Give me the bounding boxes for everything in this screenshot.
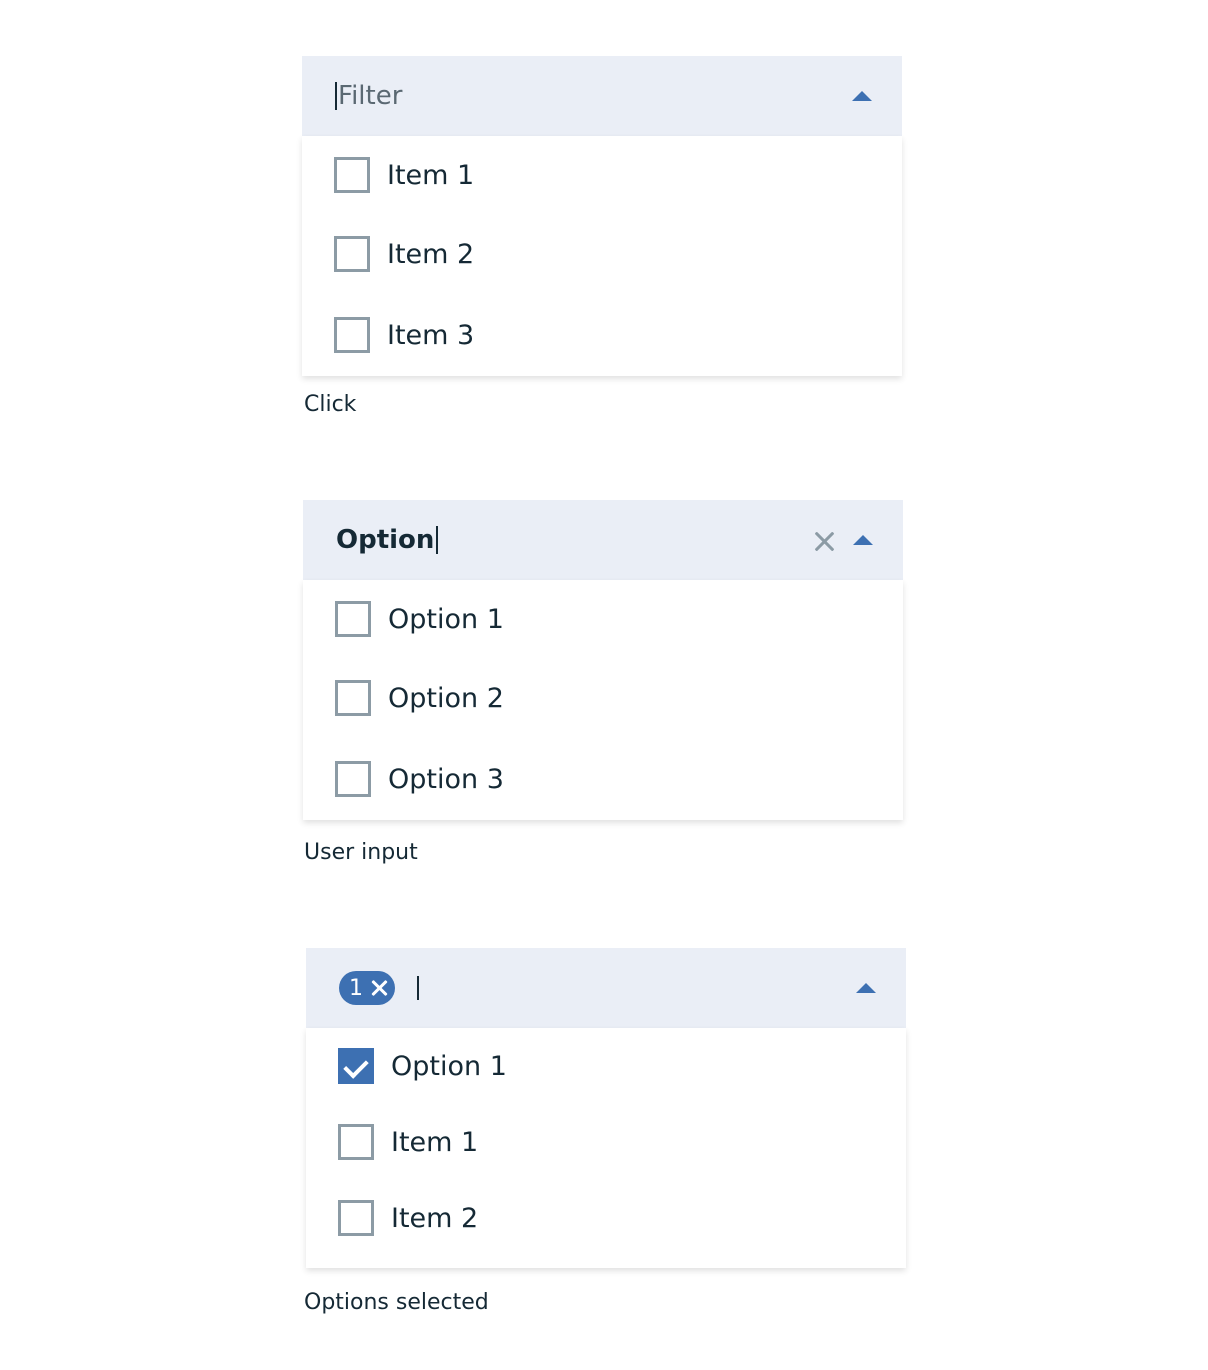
item-label: Item 1 — [387, 159, 475, 191]
checkbox-checked[interactable] — [338, 1048, 374, 1084]
list-item[interactable]: Option 3 — [335, 761, 504, 797]
example-caption: Click — [304, 392, 357, 417]
item-label: Option 1 — [391, 1050, 507, 1082]
item-label: Option 1 — [388, 603, 504, 635]
list-item[interactable]: Option 1 — [335, 601, 504, 637]
checkbox[interactable] — [335, 601, 371, 637]
filter-input-value: Option — [336, 525, 435, 555]
filter-input-field[interactable]: 1 — [306, 948, 906, 1028]
text-cursor — [335, 82, 337, 110]
list-item[interactable]: Item 1 — [334, 157, 474, 193]
dropdown-menu: Item 1 Item 2 Item 3 — [302, 136, 902, 376]
list-item[interactable]: Item 2 — [334, 236, 474, 272]
text-cursor — [436, 526, 439, 554]
checkmark-icon — [343, 1053, 369, 1079]
dropdown-menu: Option 1 Option 2 Option 3 — [303, 580, 903, 820]
example-caption: Options selected — [304, 1290, 489, 1315]
multiselect-filter-click: Filter Item 1 Item 2 Item 3 Click — [302, 56, 902, 417]
checkbox[interactable] — [334, 157, 370, 193]
chevron-up-icon[interactable] — [853, 535, 873, 545]
list-item[interactable]: Item 3 — [334, 317, 474, 353]
item-label: Item 1 — [391, 1126, 479, 1158]
text-cursor — [417, 976, 419, 1000]
list-item[interactable]: Item 2 — [338, 1200, 478, 1236]
list-item[interactable]: Option 1 — [338, 1048, 507, 1084]
clear-icon[interactable] — [813, 530, 835, 552]
filter-placeholder: Filter — [338, 81, 403, 111]
selection-count-tag[interactable]: 1 — [339, 971, 395, 1005]
checkbox[interactable] — [334, 317, 370, 353]
list-item[interactable]: Item 1 — [338, 1124, 478, 1160]
list-item[interactable]: Option 2 — [335, 680, 504, 716]
checkbox[interactable] — [338, 1200, 374, 1236]
multiselect-filter-options-selected: 1 Option 1 Item 1 Item 2 Options selecte… — [304, 948, 906, 1315]
checkbox[interactable] — [335, 761, 371, 797]
checkbox[interactable] — [334, 236, 370, 272]
item-label: Item 3 — [387, 319, 475, 351]
chevron-up-icon[interactable] — [852, 91, 872, 101]
item-label: Item 2 — [391, 1202, 479, 1234]
checkbox[interactable] — [335, 680, 371, 716]
checkbox[interactable] — [338, 1124, 374, 1160]
filter-input-field[interactable]: Filter — [302, 56, 902, 136]
item-label: Option 3 — [388, 763, 504, 795]
tag-remove-icon[interactable] — [371, 980, 387, 996]
chevron-up-icon[interactable] — [856, 983, 876, 993]
selection-count: 1 — [349, 975, 363, 1001]
dropdown-menu: Option 1 Item 1 Item 2 — [306, 1028, 906, 1268]
item-label: Item 2 — [387, 238, 475, 270]
item-label: Option 2 — [388, 682, 504, 714]
multiselect-filter-user-input: Option Option 1 Option 2 Option 3 User i… — [303, 500, 903, 865]
filter-input-field[interactable]: Option — [303, 500, 903, 580]
example-caption: User input — [304, 840, 418, 865]
